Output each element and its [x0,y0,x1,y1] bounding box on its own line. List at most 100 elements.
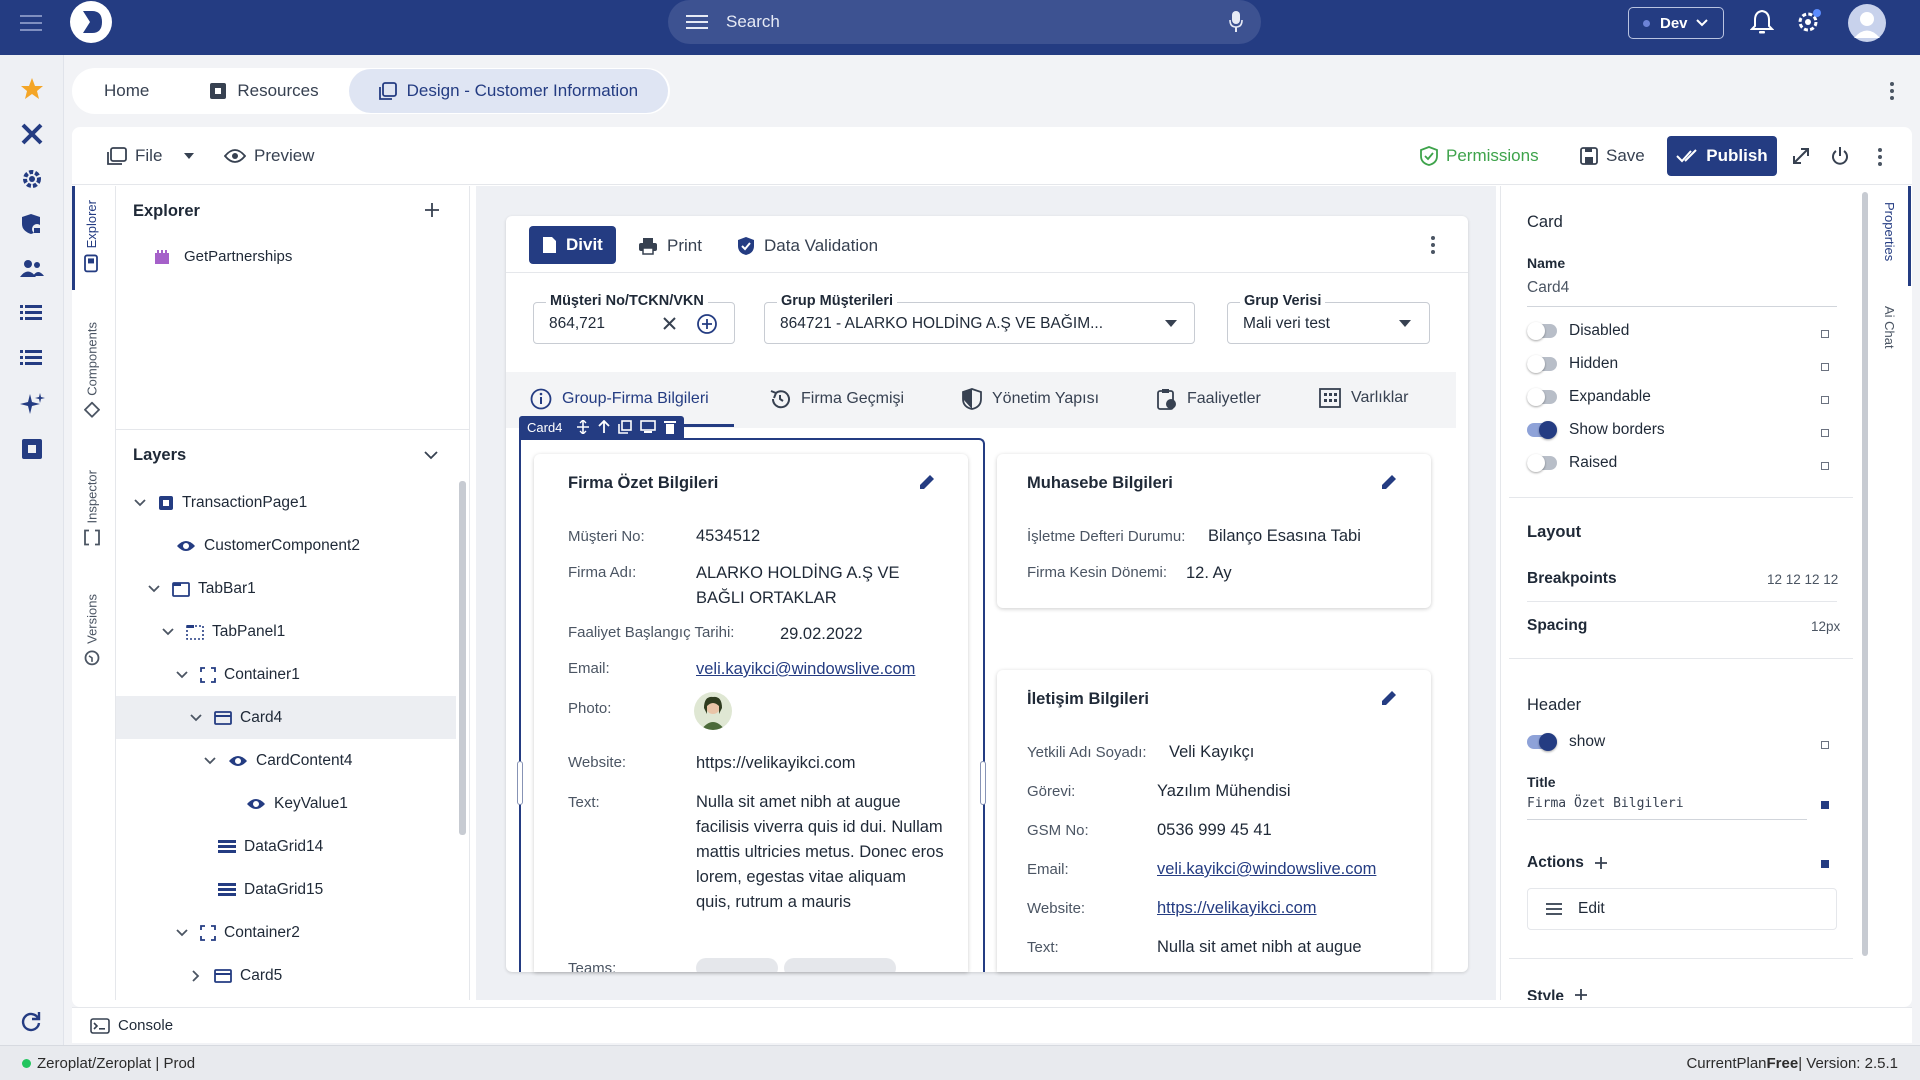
musteri-no-field[interactable]: Müşteri No/TCKN/VKN 864,721 [533,293,735,344]
clear-icon[interactable] [662,316,677,331]
edit-pencil-icon[interactable] [1380,473,1398,491]
side-tab-components[interactable]: Components [84,322,100,418]
toggle-hidden[interactable]: Hidden [1527,355,1618,373]
toggle-raised[interactable]: Raised [1527,454,1617,472]
tab-faaliyetler[interactable]: Faaliyetler [1157,388,1261,410]
users-icon[interactable] [20,258,44,280]
edit-pencil-icon[interactable] [1380,689,1398,707]
action-item-edit[interactable]: Edit [1527,888,1837,930]
console-bar[interactable]: Console [72,1007,1912,1043]
binding-indicator[interactable] [1821,741,1829,749]
email-link[interactable]: veli.kayikci@windowslive.com [696,657,915,682]
layers-scrollbar[interactable] [459,481,466,835]
grup-musterileri-select[interactable]: Grup Müşterileri 864721 - ALARKO HOLDİNG… [764,293,1195,344]
microphone-icon[interactable] [1229,11,1243,33]
title-input[interactable]: Firma Özet Bilgileri [1527,796,1807,820]
binding-indicator[interactable] [1821,429,1829,437]
binding-indicator[interactable] [1821,330,1829,338]
settings-icon[interactable] [1795,9,1821,35]
layer-tabbar1[interactable]: TabBar1 [116,567,456,610]
bell-icon[interactable] [1750,9,1774,35]
side-tab-properties[interactable]: Properties [1882,202,1897,261]
arrow-up-icon[interactable] [598,420,611,434]
toggle-expandable[interactable]: Expandable [1527,388,1651,406]
layer-transactionpage1[interactable]: TransactionPage1 [116,481,456,524]
tab-design[interactable]: Design - Customer Information [348,69,669,113]
layer-keyvalue1[interactable]: KeyValue1 [116,782,456,825]
tab-resources[interactable]: Resources [179,69,348,113]
switch[interactable] [1527,355,1557,373]
tab-group-firma[interactable]: Group-Firma Bilgileri [530,388,709,410]
shield-lock-icon[interactable] [20,212,44,236]
add-circle-icon[interactable] [696,313,718,335]
switch[interactable] [1527,454,1557,472]
props-scrollbar[interactable] [1862,192,1868,956]
resize-handle-left[interactable] [517,761,523,805]
layer-datagrid14[interactable]: DataGrid14 [116,825,456,868]
more-vert-icon[interactable] [1890,82,1894,100]
edit-pencil-icon[interactable] [918,473,936,491]
layer-customercomponent2[interactable]: CustomerComponent2 [116,524,456,567]
page-more-icon[interactable] [1431,236,1435,254]
layer-container2[interactable]: Container2 [116,911,456,954]
binding-indicator[interactable] [1821,462,1829,470]
add-style-icon[interactable] [1574,988,1588,1000]
publish-button[interactable]: Publish [1667,136,1777,176]
toolbar-more-icon[interactable] [1878,148,1882,166]
screen-icon[interactable] [640,420,657,434]
layer-cardcontent4[interactable]: CardContent4 [116,739,456,782]
tab-firma-gecmisi[interactable]: Firma Geçmişi [769,388,904,410]
binding-indicator[interactable] [1821,801,1829,809]
menu-icon[interactable] [20,13,44,33]
toggle-header-show[interactable]: show [1527,733,1605,751]
print-button[interactable]: Print [638,236,702,256]
tools-icon[interactable] [20,122,44,146]
grup-verisi-select[interactable]: Grup Verisi Mali veri test [1227,293,1430,344]
environment-select[interactable]: Dev [1628,7,1724,39]
list-icon[interactable] [20,305,42,321]
tab-home[interactable]: Home [74,69,179,113]
search-placeholder[interactable]: Search [726,12,780,32]
refresh-icon[interactable] [20,1010,42,1032]
toggle-disabled[interactable]: Disabled [1527,322,1629,340]
drag-handle-icon[interactable] [1546,903,1562,915]
power-icon[interactable] [1830,146,1850,166]
puzzle-icon[interactable] [20,437,44,461]
move-icon[interactable] [576,420,590,434]
layers-collapse-icon[interactable] [424,450,438,460]
breakpoints-value[interactable]: 12 12 12 12 [1767,572,1838,587]
app-logo[interactable] [70,1,112,43]
sparkle-icon[interactable] [20,392,46,418]
delete-icon[interactable] [664,420,677,434]
side-tab-explorer[interactable]: Explorer [84,200,99,273]
switch[interactable] [1527,733,1557,751]
binding-indicator[interactable] [1821,363,1829,371]
explorer-item[interactable]: GetPartnerships [154,248,292,265]
divit-button[interactable]: Divit [529,226,616,264]
avatar[interactable] [1848,4,1886,42]
website-link[interactable]: https://velikayikci.com [1157,896,1317,921]
layer-card5[interactable]: Card5 [116,954,456,997]
side-tab-ai-chat[interactable]: Ai Chat [1882,306,1897,349]
resize-handle-right[interactable] [980,761,986,805]
star-icon[interactable] [20,77,44,101]
preview-button[interactable]: Preview [224,146,314,166]
add-action-icon[interactable] [1594,856,1608,870]
spacing-value[interactable]: 12px [1811,619,1840,634]
binding-indicator[interactable] [1821,396,1829,404]
layer-datagrid15[interactable]: DataGrid15 [116,868,456,911]
binding-indicator[interactable] [1821,860,1829,868]
add-icon[interactable] [424,202,440,218]
layer-card4-selected[interactable]: Card4 [116,696,456,739]
side-tab-inspector[interactable]: Inspector [84,470,100,546]
toggle-show-borders[interactable]: Show borders [1527,421,1665,439]
name-input[interactable]: Card4 [1527,279,1837,307]
search-bar[interactable]: Search [668,0,1261,44]
hamburger-icon[interactable] [686,14,708,30]
side-tab-versions[interactable]: Versions [84,594,100,666]
tab-varliklar[interactable]: Varlıklar [1319,388,1409,408]
data-validation-button[interactable]: Data Validation [737,236,878,256]
email-link[interactable]: veli.kayikci@windowslive.com [1157,857,1376,882]
permissions-button[interactable]: Permissions [1420,146,1539,166]
copy-icon[interactable] [618,420,633,434]
